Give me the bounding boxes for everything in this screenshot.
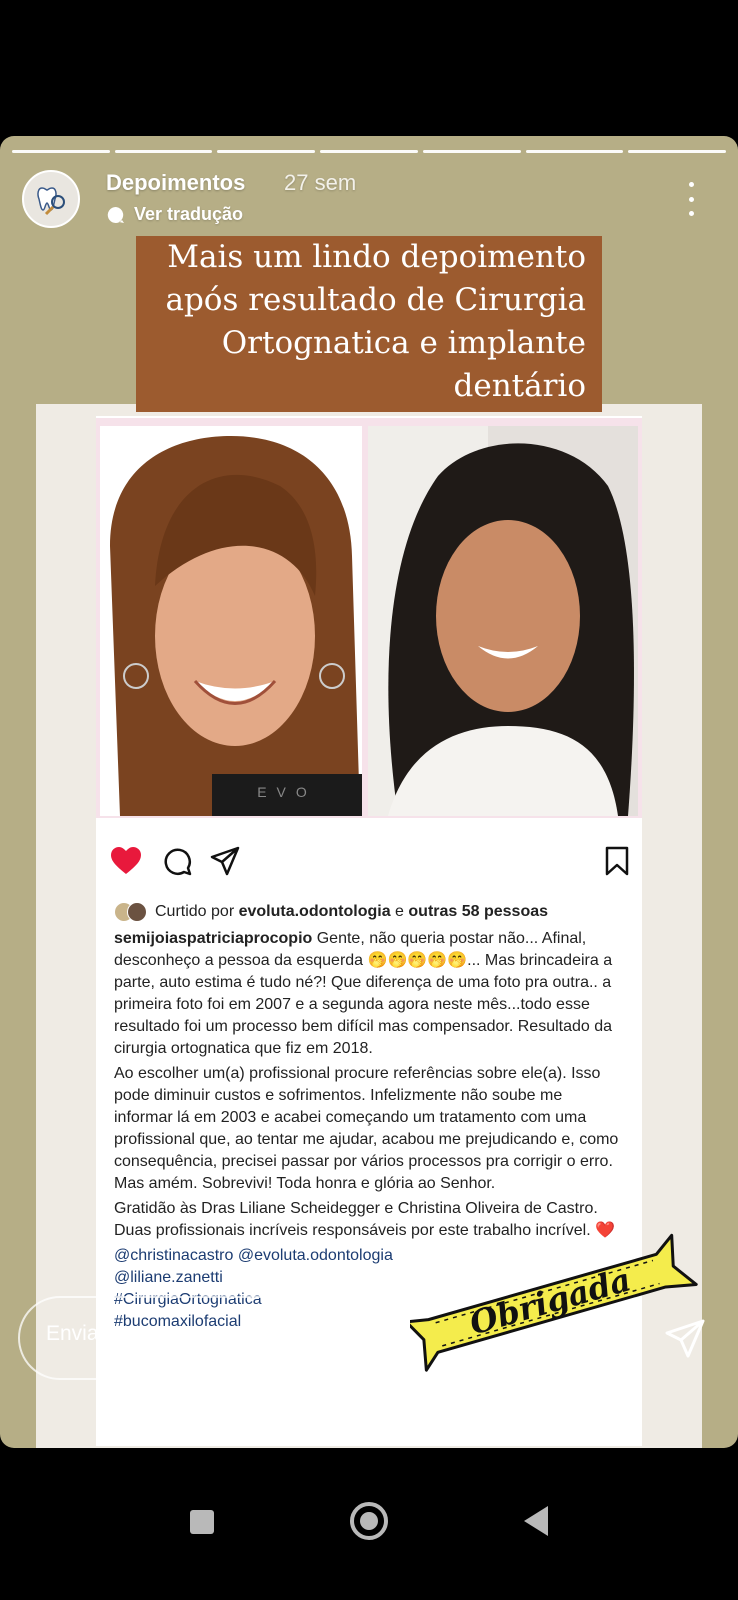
likes-middle: e [390,903,409,920]
progress-segment [422,150,521,153]
comment-icon[interactable] [162,846,192,876]
obrigada-sticker[interactable]: Obrigada [410,1214,700,1386]
likes-others[interactable]: outras 58 pessoas [408,903,548,920]
avatar[interactable] [22,170,80,228]
recent-apps-button[interactable] [190,1510,214,1534]
post-action-bar [110,846,630,886]
story-header: Depoimentos 27 sem Ver tradução [22,170,718,230]
progress-segment [12,150,110,153]
after-photo [368,426,638,816]
home-button[interactable] [350,1502,388,1540]
progress-segment [628,150,727,153]
caption-username[interactable]: semijoiaspatriciaprocopio [114,930,312,947]
more-options-icon[interactable] [686,182,696,216]
before-after-photos: EVO [96,418,642,818]
caption-paragraph: Gente, não queria postar não... Afinal, … [114,930,613,1057]
like-heart-icon[interactable] [110,846,142,876]
tooth-magnifier-icon [37,187,65,216]
post-time: 27 sem [284,170,357,195]
send-message-input[interactable]: Enviar mensagem [46,1322,215,1346]
likes-prefix: Curtido por [155,903,239,920]
sticker-text: Obrigada [465,1260,635,1342]
progress-segment [320,150,418,153]
account-name[interactable]: Depoimentos [106,170,245,196]
banner-line: Mais um lindo depoimento [167,239,586,275]
liker-avatar [127,902,147,922]
likes-user[interactable]: evoluta.odontologia [239,903,391,920]
back-button[interactable] [524,1506,548,1536]
translate-label: Ver tradução [134,204,244,224]
translate-link[interactable]: Ver tradução [106,204,243,225]
clinic-logo-strip: EVO [212,774,362,816]
progress-segment [525,150,624,153]
banner-line: após resultado de Cirurgia [165,282,586,318]
banner-line: Ortognatica e implante [221,325,586,361]
banner-text: Mais um lindo depoimento após resultado … [146,236,586,408]
bookmark-icon[interactable] [604,846,630,876]
caption-paragraph: Ao escolher um(a) profissional procure r… [114,1065,619,1192]
translate-bubble-icon [107,206,124,223]
story-progress-bar [12,150,727,153]
progress-segment [217,150,316,153]
before-photo: EVO [100,426,362,816]
likes-summary[interactable]: Curtido por evoluta.odontologia e outras… [114,902,548,922]
progress-segment [114,150,213,153]
share-icon[interactable] [210,846,240,876]
story-text-banner: Mais um lindo depoimento após resultado … [136,236,602,412]
banner-line: dentário [453,368,587,404]
